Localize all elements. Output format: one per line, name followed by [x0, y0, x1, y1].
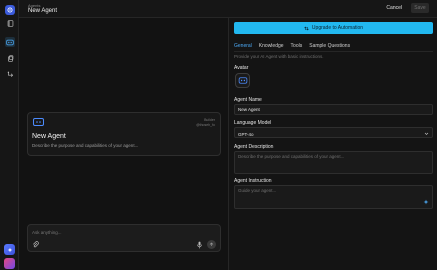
avatar-label: Avatar [234, 65, 249, 71]
microphone-icon[interactable] [196, 241, 204, 249]
agent-name-field[interactable] [234, 104, 433, 115]
arrow-up-icon [209, 242, 214, 246]
avatar-picker[interactable] [235, 73, 250, 88]
agent-avatar-icon [238, 77, 247, 84]
attach-icon[interactable] [32, 241, 40, 249]
agent-card-name: New Agent [32, 133, 66, 140]
app-logo-icon[interactable] [5, 5, 15, 15]
assistant-icon[interactable] [4, 244, 15, 255]
upgrade-button[interactable]: Upgrade to Automation [234, 22, 433, 34]
top-header: Agents New Agent Cancel Save [19, 0, 437, 18]
general-hint: Provide your AI Agent with basic instruc… [234, 54, 324, 59]
left-rail [0, 0, 19, 270]
documents-nav-icon[interactable] [5, 53, 15, 63]
agent-card-description: Describe the purpose and capabilities of… [32, 143, 139, 148]
chat-input[interactable] [32, 228, 212, 236]
agent-preview-card: Builder @thoseh_fo New Agent Describe th… [27, 112, 221, 156]
upgrade-icon [304, 26, 309, 30]
agent-name-input[interactable] [238, 107, 429, 112]
send-button[interactable] [207, 240, 216, 249]
sparkle-icon[interactable] [423, 199, 429, 206]
chevron-down-icon [424, 130, 429, 139]
tabs-divider [234, 51, 433, 52]
language-model-value: GPT-4o [238, 132, 254, 137]
agent-preview-pane: Builder @thoseh_fo New Agent Describe th… [19, 18, 229, 270]
workflow-nav-icon[interactable] [5, 69, 15, 79]
agent-description-textarea[interactable] [238, 154, 429, 169]
language-model-label: Language Model [234, 120, 272, 126]
agent-instruction-label: Agent Instruction [234, 178, 272, 184]
upgrade-label: Upgrade to Automation [311, 25, 364, 31]
user-avatar[interactable] [4, 258, 15, 269]
language-model-select[interactable]: GPT-4o [234, 127, 433, 138]
agent-settings-panel: Upgrade to Automation General Knowledge … [230, 18, 437, 270]
knowledge-nav-icon[interactable] [5, 18, 15, 28]
agent-instruction-textarea[interactable] [238, 188, 429, 203]
page-title: New Agent [28, 8, 58, 14]
agent-card-icon [33, 118, 44, 126]
save-button[interactable]: Save [411, 3, 429, 13]
cancel-button[interactable]: Cancel [381, 4, 407, 13]
agents-nav-icon[interactable] [5, 37, 15, 47]
agent-instruction-field[interactable] [234, 185, 433, 209]
agent-description-field[interactable] [234, 151, 433, 174]
builder-handle: @thoseh_fo [196, 122, 215, 127]
card-builder-info: Builder @thoseh_fo [196, 118, 215, 127]
agent-description-label: Agent Description [234, 144, 274, 150]
agent-name-label: Agent Name [234, 97, 262, 103]
chat-box [27, 224, 221, 252]
